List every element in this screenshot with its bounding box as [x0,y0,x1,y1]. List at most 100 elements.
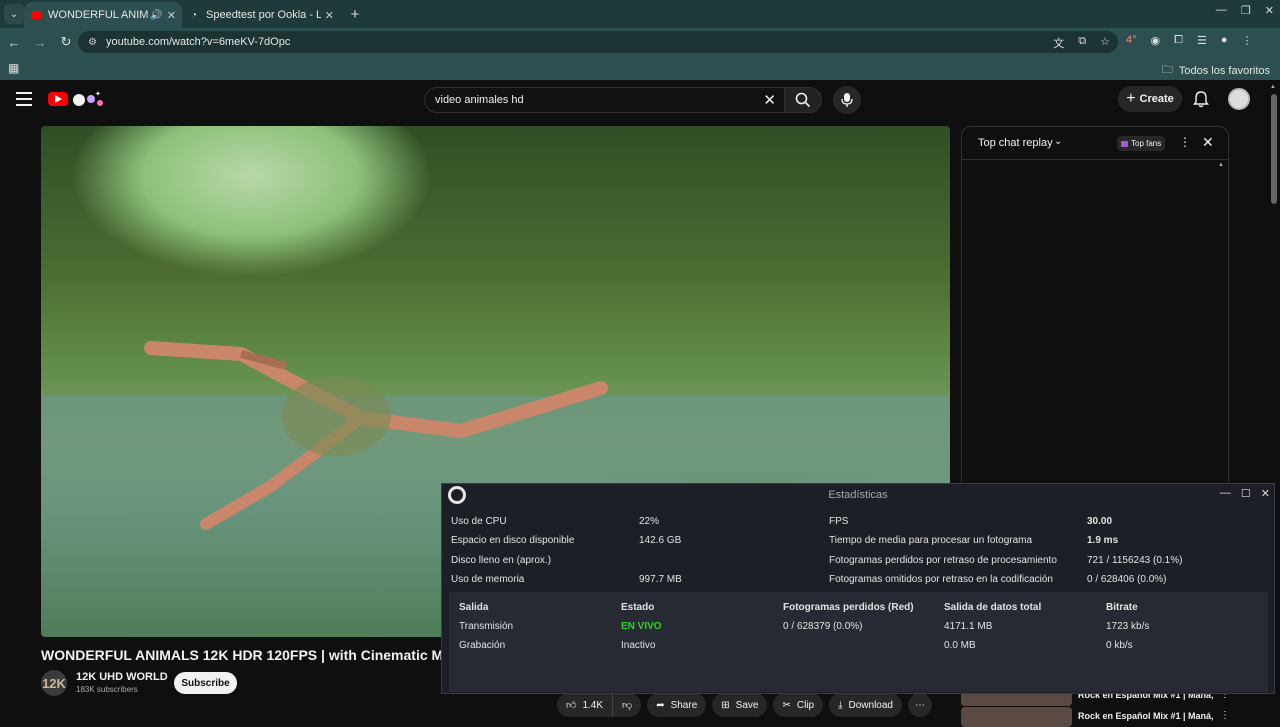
chat-menu-icon[interactable]: ⋮ [1179,135,1191,149]
menu-icon[interactable] [16,92,32,106]
clear-search-icon[interactable]: ✕ [763,91,776,109]
outputs-table: Salida Estado Fotogramas perdidos (Red) … [449,592,1268,692]
close-chat-icon[interactable]: ✕ [1202,134,1214,151]
bookmark-star-icon[interactable]: ☆ [1100,35,1110,51]
search-input[interactable]: video animales hd ✕ [424,87,784,113]
plus-icon: + [1126,90,1136,107]
reading-list-icon[interactable]: ☰ [1197,34,1207,47]
save-button[interactable]: ⊞ Save [712,693,768,717]
tab-youtube[interactable]: WONDERFUL ANIMALS 12K HDR 120FPS 🔊 ✕ [24,2,182,28]
obs-window-title: Estadísticas [828,489,888,501]
extension-icon[interactable]: 4° [1126,34,1137,47]
obs-title-bar[interactable]: Estadísticas — ☐ ✕ [442,484,1274,506]
channel-avatar[interactable]: 12K [41,670,67,696]
extension-icon[interactable]: ◉ [1151,34,1161,47]
top-fans-badge[interactable]: Top fans [1117,136,1166,151]
recommendation-menu-icon[interactable]: ⋮ [1220,710,1230,721]
profile-icon[interactable]: ● [1221,34,1228,47]
close-tab-icon[interactable]: ✕ [167,9,176,22]
youtube-header: ✦ video animales hd ✕ + Create [0,80,1268,120]
scroll-up-icon[interactable]: ▲ [1218,162,1224,168]
table-cell: 1723 kb/s [1106,621,1150,632]
restore-icon[interactable]: ❐ [1241,4,1251,17]
subscriber-count: 183K subscribers [76,685,138,694]
reload-icon[interactable]: ↻ [54,34,78,50]
close-window-icon[interactable]: ✕ [1261,487,1270,500]
stat-value: 721 / 1156243 (0.1%) [1087,555,1183,566]
chevron-down-icon[interactable]: ⌄ [1054,136,1062,147]
share-button[interactable]: ➦ Share [647,693,707,717]
scroll-up-icon[interactable]: ▲ [1270,84,1276,90]
more-actions-icon[interactable]: ⋯ [907,693,932,717]
youtube-logo-icon[interactable] [48,92,68,106]
search-icon [795,92,811,108]
stat-value: 997.7 MB [639,574,682,585]
chat-mode-label[interactable]: Top chat replay [978,137,1053,149]
bookmarks-label: Todos los favoritos [1178,64,1270,77]
folder-icon: 🗀 [1161,64,1173,76]
close-window-icon[interactable]: ✕ [1265,4,1274,17]
stat-value: 0 / 628406 (0.0%) [1087,574,1167,585]
window-controls: — ❐ ✕ [1216,4,1274,17]
maximize-icon[interactable]: ☐ [1241,487,1251,500]
dislike-button[interactable]: 👎︎ [612,693,642,717]
share-label: Share [670,699,698,711]
stat-label: FPS [829,516,849,527]
crown-icon [1121,140,1128,147]
account-avatar-icon[interactable] [1228,88,1250,110]
site-info-icon[interactable]: ⚙ [88,37,100,48]
obs-stats-window: Estadísticas — ☐ ✕ Uso de CPU 22% Espaci… [441,483,1275,694]
forward-icon[interactable]: → [28,35,52,50]
download-button[interactable]: ⤓ Download [829,693,902,717]
back-icon[interactable]: ← [2,35,26,50]
stat-label: Fotogramas omitidos por retraso en la co… [829,574,1053,585]
speedtest-favicon-icon: ◔ [190,9,198,21]
browser-tab-bar: ⌄ WONDERFUL ANIMALS 12K HDR 120FPS 🔊 ✕ ◔… [0,0,1280,28]
puzzle-icon[interactable]: ⧠ [1174,34,1183,47]
search-button[interactable] [784,87,822,113]
address-toolbar: ← → ↻ ⚙ youtube.com/watch?v=6meKV-7dOpc … [0,28,1280,56]
tab-title: WONDERFUL ANIMALS 12K HDR 120FPS [48,9,149,21]
channel-name[interactable]: 12K UHD WORLD [76,671,168,683]
stat-value: 1.9 ms [1087,535,1119,546]
save-playlist-icon: ⊞ [721,699,730,711]
bookmarks-bar: ▦ 🗀 Todos los favoritos [0,56,1280,80]
translate-icon[interactable]: 文 [1053,35,1064,51]
tab-speedtest[interactable]: ◔ Speedtest por Ookla - La prueba ✕ [182,2,340,28]
table-header: Fotogramas perdidos (Red) [783,602,914,613]
clip-button[interactable]: ✂ Clip [773,693,824,717]
cast-icon[interactable]: ⧉ [1078,35,1086,51]
close-tab-icon[interactable]: ✕ [325,9,334,22]
new-tab-button[interactable]: + [344,3,366,25]
url-field[interactable]: ⚙ youtube.com/watch?v=6meKV-7dOpc 文 ⧉ ☆ [78,31,1118,53]
status-badge: EN VIVO [621,621,662,632]
notifications-bell-icon[interactable] [1192,90,1210,108]
voice-search-button[interactable] [833,86,861,114]
table-header: Salida de datos total [944,602,1042,613]
menu-kebab-icon[interactable]: ⋮ [1241,34,1252,47]
url-text: youtube.com/watch?v=6meKV-7dOpc [106,36,291,48]
create-button[interactable]: + Create [1118,86,1182,112]
download-label: Download [848,699,893,711]
speaker-icon[interactable]: 🔊 [150,10,162,21]
like-button[interactable]: 👍︎ 1.4K [557,693,613,717]
thumbs-down-icon: 👎︎ [622,700,633,711]
table-cell: 0.0 MB [944,640,976,651]
table-header: Bitrate [1106,602,1138,613]
share-icon: ➦ [656,699,665,711]
minimize-icon[interactable]: — [1216,4,1227,17]
tab-title: Speedtest por Ookla - La prueba [206,9,321,21]
apps-grid-icon[interactable]: ▦ [8,61,19,75]
thumbs-up-icon: 👍︎ [566,700,577,711]
subscribe-button[interactable]: Subscribe [174,672,237,694]
clip-label: Clip [796,699,815,711]
stat-label: Tiempo de media para procesar un fotogra… [829,535,1033,546]
tab-search-icon[interactable]: ⌄ [4,4,24,24]
table-header: Salida [459,602,489,613]
stat-value: 22% [639,516,660,527]
scrollbar-thumb[interactable] [1271,94,1277,204]
recommendation-item[interactable]: Rock en Español Mix #1 | Maná, ⋮ [961,707,1261,727]
doodle-icon[interactable]: ✦ [71,89,105,109]
all-bookmarks[interactable]: 🗀 Todos los favoritos [1162,61,1270,80]
minimize-icon[interactable]: — [1220,487,1231,500]
